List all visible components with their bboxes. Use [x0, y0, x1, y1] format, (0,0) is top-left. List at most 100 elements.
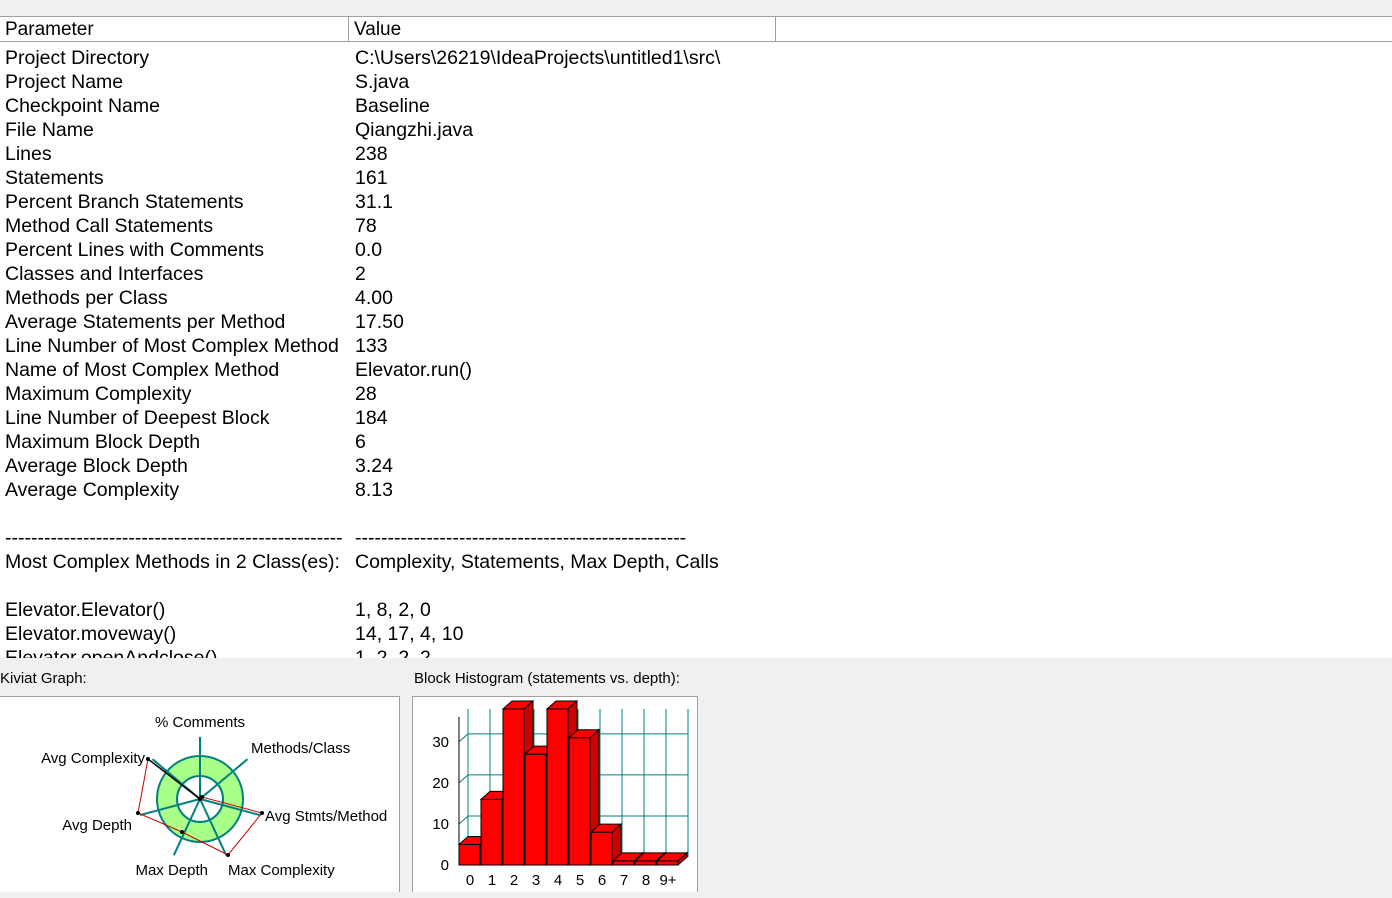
table-row[interactable]: Average Block Depth 3.24	[0, 454, 1392, 478]
top-strip	[0, 0, 1392, 16]
kiviat-svg: % Comments Methods/Class Avg Stmts/Method M…	[41, 714, 387, 879]
table-row[interactable]: Most Complex Methods in 2 Class(es): Comp…	[0, 550, 1392, 574]
value-cell: S.java	[355, 71, 410, 93]
table-row[interactable]: Name of Most Complex Method Elevator.run(…	[0, 358, 1392, 382]
histogram-bar	[458, 843, 481, 866]
table-row[interactable]: Maximum Block Depth 6	[0, 430, 1392, 454]
histogram-bar	[524, 753, 547, 866]
table-row[interactable]: Elevator.Elevator() 1, 8, 2, 0	[0, 598, 1392, 622]
histogram-title: Block Histogram (statements vs. depth):	[414, 670, 680, 687]
kiviat-point	[180, 830, 184, 834]
parameter-cell: Line Number of Deepest Block	[5, 407, 270, 429]
histogram-y-tick: 20	[432, 775, 449, 792]
table-row[interactable]: Elevator.openAndclose() 1, 2, 2, 2	[0, 646, 1392, 658]
parameter-cell: Average Complexity	[5, 479, 180, 501]
kiviat-axis-label: Avg Depth	[62, 817, 132, 834]
table-body: Project Directory C:\Users\26219\IdeaProj…	[0, 46, 1392, 658]
parameter-cell: Maximum Block Depth	[5, 431, 201, 453]
table-row[interactable]: Elevator.moveway() 14, 17, 4, 10	[0, 622, 1392, 646]
parameter-cell: Checkpoint Name	[5, 95, 160, 117]
table-row[interactable]: Average Statements per Method 17.50	[0, 310, 1392, 334]
table-row[interactable]: Statements 161	[0, 166, 1392, 190]
histogram-svg: 0 1 2 3 4 5 6 7 8 9+0102030	[432, 699, 689, 889]
parameter-cell: ----------------------------------------…	[5, 527, 343, 549]
kiviat-axis-label: Max Complexity	[228, 862, 335, 879]
kiviat-point	[136, 811, 140, 815]
value-cell: 8.13	[355, 479, 393, 501]
table-row[interactable]: Line Number of Most Complex Method 133	[0, 334, 1392, 358]
histogram-x-tick: 6	[598, 872, 606, 889]
table-row[interactable]: Maximum Complexity 28	[0, 382, 1392, 406]
kiviat-axis-label: Avg Complexity	[41, 750, 145, 767]
value-cell: Qiangzhi.java	[355, 119, 474, 141]
metrics-table[interactable]: Parameter Value Project Directory C:\User…	[0, 16, 1392, 658]
kiviat-axis-label: Methods/Class	[251, 740, 350, 757]
parameter-cell: Maximum Complexity	[5, 383, 192, 405]
table-row[interactable]: Line Number of Deepest Block 184	[0, 406, 1392, 430]
kiviat-point	[260, 811, 264, 815]
table-header: Parameter Value	[0, 16, 1392, 42]
value-cell: 14, 17, 4, 10	[355, 623, 464, 645]
kiviat-axis-label: Avg Stmts/Method	[265, 808, 387, 825]
value-cell: 28	[355, 383, 377, 405]
value-cell: 6	[355, 431, 366, 453]
parameter-cell: Methods per Class	[5, 287, 168, 309]
parameter-cell: Most Complex Methods in 2 Class(es):	[5, 551, 340, 573]
column-header-value[interactable]: Value	[349, 17, 776, 41]
value-cell: C:\Users\26219\IdeaProjects\untitled1\sr…	[355, 47, 721, 69]
histogram-bar	[590, 831, 613, 866]
kiviat-title: Kiviat Graph:	[0, 670, 87, 687]
table-row[interactable]: Project Name S.java	[0, 70, 1392, 94]
histogram-bar	[634, 860, 657, 866]
histogram-grid-line	[458, 733, 469, 743]
value-cell: Complexity, Statements, Max Depth, Calls	[355, 551, 719, 573]
histogram-bar	[502, 708, 525, 866]
histogram-grid-line	[458, 774, 469, 784]
parameter-cell: Lines	[5, 143, 52, 165]
kiviat-axis-label: % Comments	[155, 714, 245, 731]
table-row[interactable]: ----------------------------------------…	[0, 526, 1392, 550]
parameter-cell: Classes and Interfaces	[5, 263, 204, 285]
parameter-cell: Elevator.moveway()	[5, 623, 177, 645]
table-row[interactable]: Methods per Class 4.00	[0, 286, 1392, 310]
kiviat-point	[226, 853, 230, 857]
parameter-cell: Statements	[5, 167, 104, 189]
value-cell: 31.1	[355, 191, 393, 213]
table-row[interactable]: Percent Branch Statements 31.1	[0, 190, 1392, 214]
table-row[interactable]: Average Complexity 8.13	[0, 478, 1392, 502]
parameter-cell: Method Call Statements	[5, 215, 214, 237]
block-histogram: 0 1 2 3 4 5 6 7 8 9+ 0 10 20 30	[412, 696, 698, 892]
table-row[interactable]: File Name Qiangzhi.java	[0, 118, 1392, 142]
table-row[interactable]	[0, 574, 1392, 598]
histogram-y-tick: 10	[432, 816, 449, 833]
table-row[interactable]: Percent Lines with Comments 0.0	[0, 238, 1392, 262]
histogram-y-tick: 30	[432, 734, 449, 751]
kiviat-point	[200, 795, 204, 799]
parameter-cell: Elevator.openAndclose()	[5, 647, 218, 658]
histogram-x-tick: 2	[510, 872, 518, 889]
value-cell: 78	[355, 215, 377, 237]
table-row[interactable]: Method Call Statements 78	[0, 214, 1392, 238]
histogram-bar	[656, 860, 679, 866]
parameter-cell: Percent Branch Statements	[5, 191, 244, 213]
parameter-cell: Percent Lines with Comments	[5, 239, 265, 261]
table-row[interactable]	[0, 502, 1392, 526]
value-cell: 17.50	[355, 311, 404, 333]
parameter-cell: Project Directory	[5, 47, 150, 69]
table-row[interactable]: Checkpoint Name Baseline	[0, 94, 1392, 118]
value-cell: 2	[355, 263, 366, 285]
table-row[interactable]: Lines 238	[0, 142, 1392, 166]
histogram-x-tick: 3	[532, 872, 540, 889]
value-cell: 1, 8, 2, 0	[355, 599, 431, 621]
value-cell: Baseline	[355, 95, 430, 117]
parameter-cell: Line Number of Most Complex Method	[5, 335, 339, 357]
histogram-bar	[546, 708, 569, 866]
kiviat-graph: % Comments Methods/Class Avg Stmts/Method M…	[0, 696, 400, 892]
parameter-cell: Average Block Depth	[5, 455, 188, 477]
column-header-parameter[interactable]: Parameter	[0, 17, 349, 41]
parameter-cell: Name of Most Complex Method	[5, 359, 280, 381]
table-row[interactable]: Classes and Interfaces 2	[0, 262, 1392, 286]
table-row[interactable]: Project Directory C:\Users\26219\IdeaProj…	[0, 46, 1392, 70]
histogram-x-tick: 0	[466, 872, 474, 889]
histogram-x-tick: 8	[642, 872, 650, 889]
